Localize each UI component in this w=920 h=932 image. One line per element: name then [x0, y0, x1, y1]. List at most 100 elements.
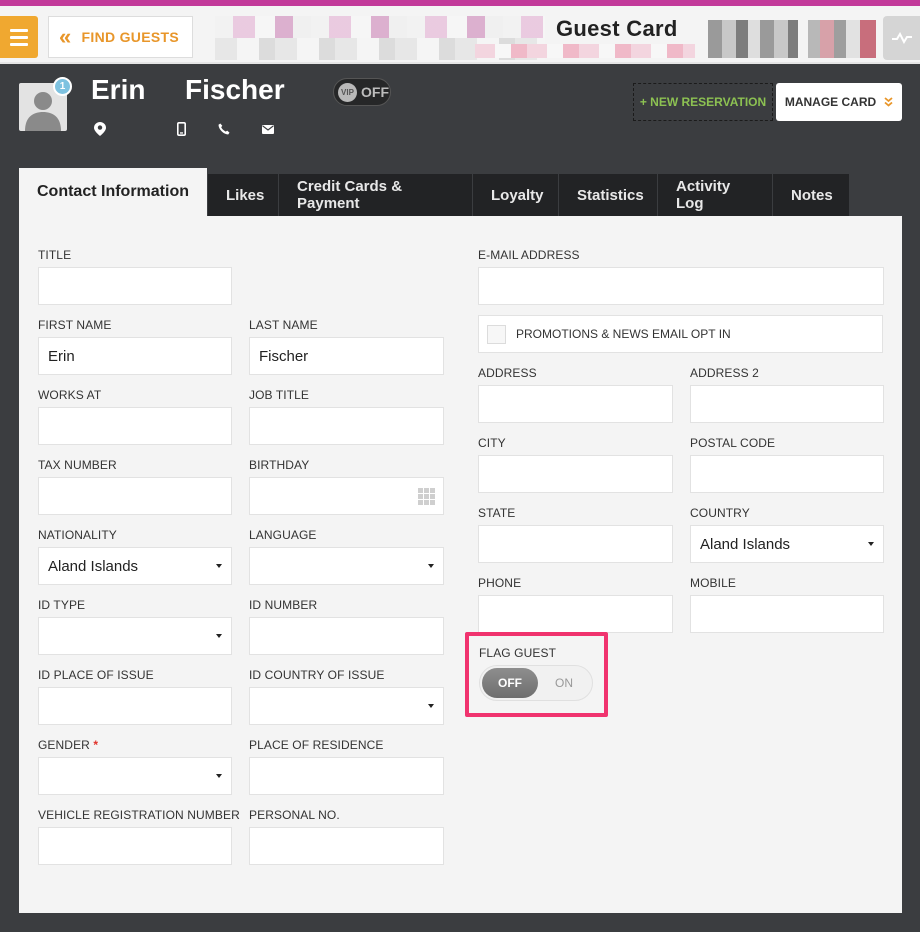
dropdown-caret-icon	[428, 704, 434, 708]
gender-label: GENDER *	[38, 738, 98, 752]
address-input[interactable]	[478, 385, 673, 423]
tab-statistics[interactable]: Statistics	[559, 174, 658, 216]
id-number-input[interactable]	[249, 617, 444, 655]
promotions-checkbox[interactable]	[487, 324, 506, 344]
country-select[interactable]: Aland Islands	[690, 525, 884, 563]
id-country-select[interactable]	[249, 687, 444, 725]
vip-state: OFF	[361, 84, 389, 100]
tab-bar: Contact Information Likes Credit Cards &…	[19, 168, 850, 216]
gender-label-text: GENDER	[38, 738, 90, 752]
contact-information-panel: TITLE FIRST NAME Erin LAST NAME Fischer …	[19, 216, 902, 913]
phone-input[interactable]	[478, 595, 673, 633]
double-chevron-down-icon	[884, 96, 893, 109]
flag-guest-toggle[interactable]: OFF ON	[479, 665, 593, 701]
promotions-opt-in[interactable]: PROMOTIONS & NEWS EMAIL OPT IN	[478, 315, 883, 353]
mobile-input[interactable]	[690, 595, 884, 633]
redacted-area	[475, 44, 695, 58]
dropdown-caret-icon	[216, 774, 222, 778]
dropdown-caret-icon	[216, 564, 222, 568]
vehicle-reg-input[interactable]	[38, 827, 232, 865]
postal-code-label: POSTAL CODE	[690, 436, 776, 450]
tab-credit-cards-payment[interactable]: Credit Cards & Payment	[279, 174, 473, 216]
id-type-label: ID TYPE	[38, 598, 86, 612]
works-at-input[interactable]	[38, 407, 232, 445]
birthday-label: BIRTHDAY	[249, 458, 310, 472]
calendar-grid-icon[interactable]	[418, 488, 435, 505]
address2-input[interactable]	[690, 385, 884, 423]
title-label: TITLE	[38, 248, 72, 262]
job-title-input[interactable]	[249, 407, 444, 445]
language-select[interactable]	[249, 547, 444, 585]
postal-code-input[interactable]	[690, 455, 884, 493]
tab-notes[interactable]: Notes	[773, 174, 850, 216]
first-name-label: FIRST NAME	[38, 318, 112, 332]
tax-number-label: TAX NUMBER	[38, 458, 117, 472]
email-icon[interactable]	[260, 121, 276, 137]
required-marker: *	[93, 738, 99, 752]
find-guests-button[interactable]: « FIND GUESTS	[48, 16, 193, 58]
manage-card-button[interactable]: MANAGE CARD	[776, 83, 902, 121]
dropdown-caret-icon	[216, 634, 222, 638]
flag-guest-label: FLAG GUEST	[479, 646, 557, 660]
place-of-residence-label: PLACE OF RESIDENCE	[249, 738, 384, 752]
country-value: Aland Islands	[700, 535, 791, 553]
nationality-select[interactable]: Aland Islands	[38, 547, 232, 585]
city-label: CITY	[478, 436, 506, 450]
dropdown-caret-icon	[428, 564, 434, 568]
first-name-input[interactable]: Erin	[38, 337, 232, 375]
promotions-label: PROMOTIONS & NEWS EMAIL OPT IN	[516, 327, 731, 341]
tab-contact-information[interactable]: Contact Information	[19, 168, 208, 216]
redacted-area	[708, 20, 798, 58]
gender-select[interactable]	[38, 757, 232, 795]
tab-loyalty[interactable]: Loyalty	[473, 174, 559, 216]
tab-likes[interactable]: Likes	[208, 174, 279, 216]
location-icon[interactable]	[92, 121, 108, 137]
id-place-input[interactable]	[38, 687, 232, 725]
address2-label: ADDRESS 2	[690, 366, 759, 380]
tax-number-input[interactable]	[38, 477, 232, 515]
manage-card-label: MANAGE CARD	[784, 95, 877, 109]
tab-activity-log[interactable]: Activity Log	[658, 174, 773, 216]
birthday-input[interactable]	[249, 477, 444, 515]
double-chevron-left-icon: «	[59, 24, 72, 49]
dropdown-caret-icon	[868, 542, 874, 546]
new-reservation-button[interactable]: + NEW RESERVATION	[633, 83, 773, 121]
menu-line	[10, 42, 28, 46]
top-bar: « FIND GUESTS Guest Card	[0, 6, 920, 64]
menu-line	[10, 28, 28, 32]
activity-button[interactable]	[883, 16, 920, 60]
flag-guest-on-option[interactable]: ON	[538, 676, 590, 690]
mobile-icon[interactable]	[173, 121, 189, 137]
language-label: LANGUAGE	[249, 528, 317, 542]
last-name-label: LAST NAME	[249, 318, 318, 332]
notification-badge: 1	[53, 77, 72, 96]
id-place-label: ID PLACE OF ISSUE	[38, 668, 154, 682]
title-input[interactable]	[38, 267, 232, 305]
job-title-label: JOB TITLE	[249, 388, 310, 402]
state-label: STATE	[478, 506, 516, 520]
city-input[interactable]	[478, 455, 673, 493]
id-country-label: ID COUNTRY OF ISSUE	[249, 668, 385, 682]
address-label: ADDRESS	[478, 366, 537, 380]
last-name-input[interactable]: Fischer	[249, 337, 444, 375]
flag-guest-off-option[interactable]: OFF	[482, 668, 538, 698]
nationality-value: Aland Islands	[48, 557, 139, 575]
guest-first-name: Erin	[91, 74, 146, 105]
vip-toggle[interactable]: VIP OFF	[333, 78, 391, 106]
id-number-label: ID NUMBER	[249, 598, 318, 612]
vehicle-reg-label: VEHICLE REGISTRATION NUMBER	[38, 808, 240, 822]
personal-no-input[interactable]	[249, 827, 444, 865]
state-input[interactable]	[478, 525, 673, 563]
email-label: E-MAIL ADDRESS	[478, 248, 580, 262]
country-label: COUNTRY	[690, 506, 750, 520]
id-type-select[interactable]	[38, 617, 232, 655]
redacted-area	[808, 20, 876, 58]
email-input[interactable]	[478, 267, 884, 305]
phone-icon[interactable]	[216, 121, 232, 137]
hamburger-menu-button[interactable]	[0, 16, 38, 58]
place-of-residence-input[interactable]	[249, 757, 444, 795]
guest-last-name: Fischer	[185, 74, 285, 105]
page-title: Guest Card	[556, 16, 678, 41]
nationality-label: NATIONALITY	[38, 528, 117, 542]
pulse-icon	[891, 32, 912, 44]
